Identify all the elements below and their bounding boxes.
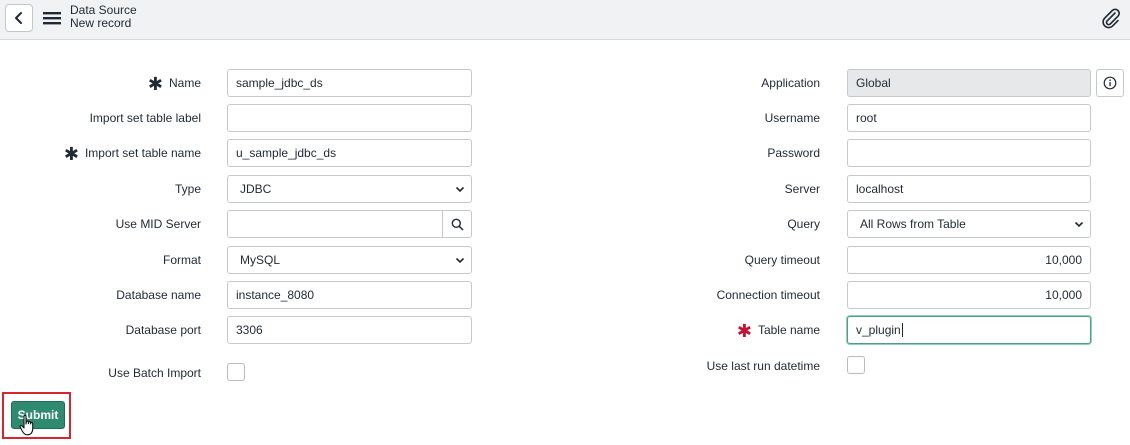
name-input[interactable]: sample_jdbc_ds [227, 69, 472, 97]
import-set-table-label-label: Import set table label [89, 111, 201, 125]
chevron-down-icon [455, 257, 465, 264]
mid-server-input[interactable] [227, 210, 442, 238]
mid-server-reference-field [227, 210, 472, 238]
back-button[interactable] [5, 4, 33, 32]
required-icon: ✱ [147, 74, 163, 94]
application-info-button[interactable] [1096, 69, 1124, 97]
format-select[interactable]: MySQL [227, 246, 472, 274]
use-mid-server-label: Use MID Server [115, 217, 201, 231]
server-input[interactable]: localhost [847, 175, 1091, 203]
table-name-input[interactable]: v_plugin [847, 316, 1091, 344]
connection-timeout-input[interactable]: 10,000 [847, 281, 1091, 309]
chevron-down-icon [455, 186, 465, 193]
query-select[interactable]: All Rows from Table [847, 210, 1091, 238]
name-label: ✱ Name [147, 74, 201, 94]
paperclip-icon [1102, 8, 1120, 29]
context-menu-button[interactable] [41, 8, 63, 28]
chevron-left-icon [15, 12, 22, 24]
required-icon: ✱ [63, 144, 79, 164]
chevron-down-icon [1074, 221, 1084, 228]
database-name-label: Database name [116, 288, 201, 302]
database-port-label: Database port [125, 323, 201, 337]
use-last-run-datetime-label: Use last run datetime [706, 359, 820, 373]
type-select[interactable]: JDBC [227, 175, 472, 203]
type-label: Type [174, 182, 201, 196]
import-set-table-name-input[interactable]: u_sample_jdbc_ds [227, 139, 472, 167]
query-timeout-label: Query timeout [744, 253, 820, 267]
header-titles: Data Source New record [70, 4, 137, 30]
query-timeout-input[interactable]: 10,000 [847, 246, 1091, 274]
hamburger-menu-icon [43, 12, 61, 25]
use-batch-import-label: Use Batch Import [108, 366, 201, 380]
info-icon [1103, 76, 1117, 90]
database-name-input[interactable]: instance_8080 [227, 281, 472, 309]
import-set-table-label-input[interactable] [227, 104, 472, 132]
database-port-input[interactable]: 3306 [227, 316, 472, 344]
username-label: Username [764, 111, 820, 125]
use-batch-import-checkbox[interactable] [227, 363, 245, 381]
attachment-button[interactable] [1100, 8, 1122, 30]
form-header: Data Source New record [0, 0, 1130, 40]
application-field: Global [847, 69, 1091, 97]
required-icon: ✱ [736, 321, 752, 341]
mid-server-lookup-button[interactable] [442, 210, 472, 238]
header-subtitle: New record [70, 16, 132, 30]
connection-timeout-label: Connection timeout [716, 288, 820, 302]
use-last-run-datetime-checkbox[interactable] [847, 356, 865, 374]
hand-pointer-cursor-icon [19, 414, 34, 436]
application-label: Application [761, 76, 820, 90]
format-label: Format [162, 253, 201, 267]
table-name-label: ✱ Table name [736, 321, 820, 341]
import-set-table-name-label: ✱ Import set table name [63, 144, 201, 164]
text-caret [901, 323, 903, 337]
username-input[interactable]: root [847, 104, 1091, 132]
password-label: Password [767, 146, 820, 160]
password-input[interactable] [847, 139, 1091, 167]
server-label: Server [784, 182, 820, 196]
query-label: Query [787, 217, 820, 231]
search-icon [451, 218, 464, 231]
